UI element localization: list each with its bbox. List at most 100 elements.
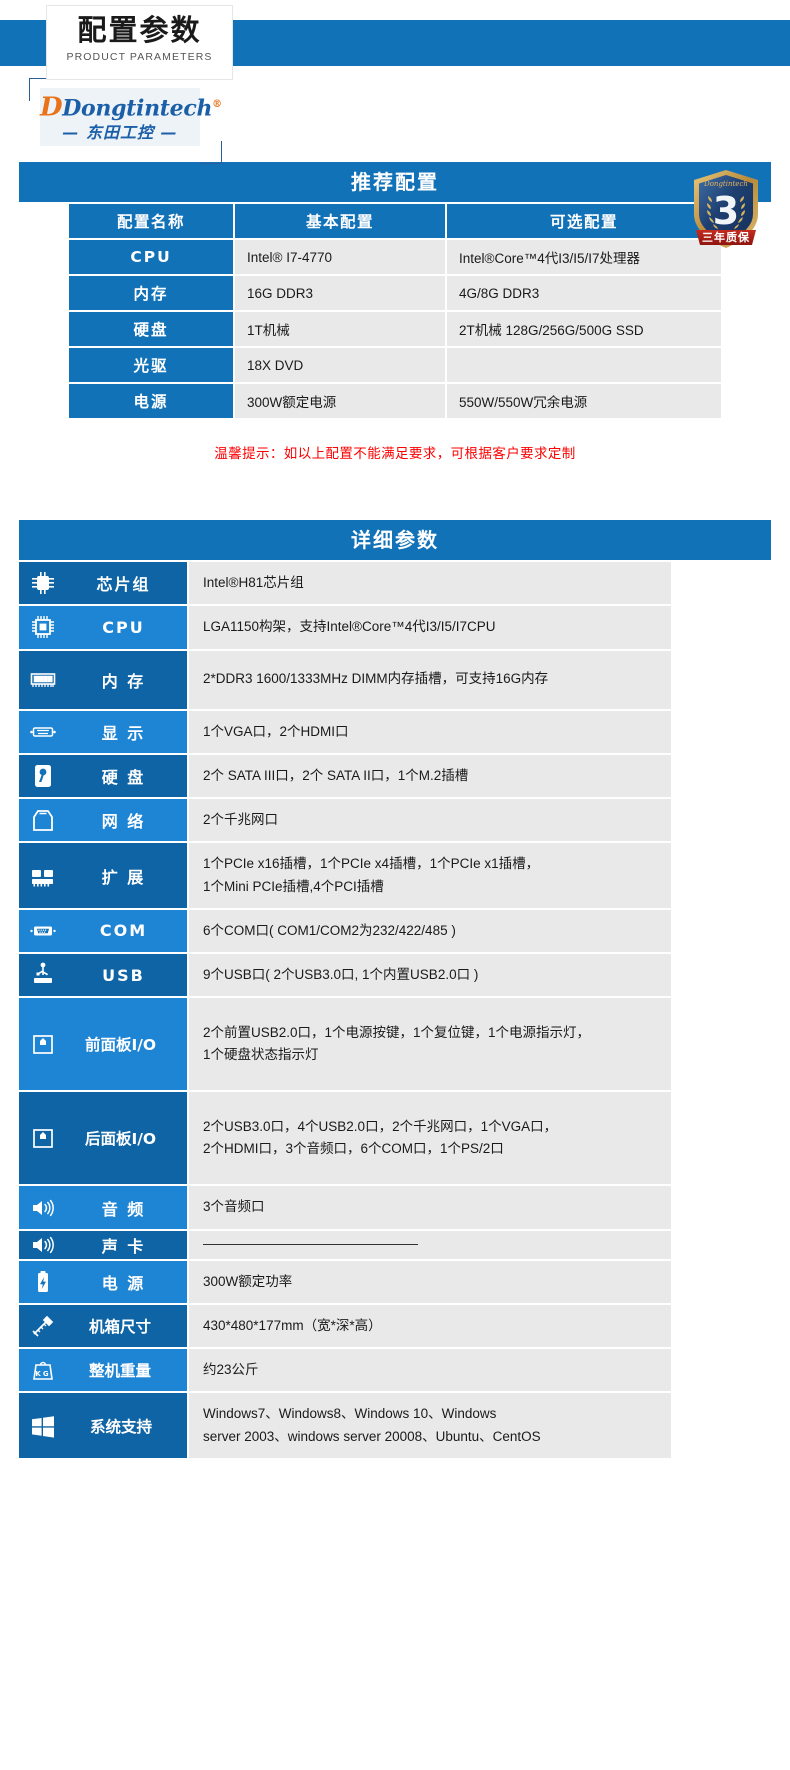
cell-rear-panel-io: 2个USB3.0口，4个USB2.0口，2个千兆网口，1个VGA口， 2个HDM… xyxy=(189,1092,671,1185)
front-panel-icon xyxy=(29,1030,57,1058)
row-label-rear-panel-io: 后面板I/O xyxy=(19,1092,187,1185)
page-subtitle: PRODUCT PARAMETERS xyxy=(66,51,213,63)
row-label-cpu: CPU xyxy=(69,240,233,274)
table-row: 硬 盘 2个 SATA III口，2个 SATA II口，1个M.2插槽 xyxy=(19,754,671,798)
row-label-text: 内 存 xyxy=(101,671,146,691)
table-row: 系统支持 Windows7、Windows8、Windows 10、Window… xyxy=(19,1393,671,1458)
row-label-text: USB xyxy=(102,965,145,985)
logo-initial: D xyxy=(40,92,63,123)
row-label-network: 网 络 xyxy=(19,799,187,842)
row-label-usb: USB xyxy=(19,954,187,997)
logo-brand-name: Dongtintech xyxy=(62,95,213,122)
row-label-text: 整机重量 xyxy=(88,1362,151,1381)
harddisk-icon xyxy=(29,762,57,790)
brand-row: DDongtintech® — 东田工控 — Dongtintech 3 三年质… xyxy=(0,78,790,248)
row-label-audio: 音 频 xyxy=(19,1186,187,1229)
row-label-text: COM xyxy=(99,921,148,941)
table-row: 电 源 300W额定功率 xyxy=(19,1260,671,1303)
row-label-display: 显 示 xyxy=(19,710,187,753)
cell-optional-harddisk: 2T机械 128G/256G/500G SSD xyxy=(447,312,721,346)
recommended-config-title: 推荐配置 xyxy=(19,162,771,202)
chassis-size-icon xyxy=(29,1312,57,1340)
cell-optional-optical-drive xyxy=(447,348,721,382)
row-label-text: 音 频 xyxy=(101,1199,146,1219)
audio-icon xyxy=(29,1194,57,1222)
row-label-memory: 内存 xyxy=(69,276,233,310)
row-label-text: 机箱尺寸 xyxy=(88,1318,151,1337)
cpu-icon xyxy=(29,613,57,641)
table-row: 网 络 2个千兆网口 xyxy=(19,799,671,842)
network-icon xyxy=(29,806,57,834)
column-header-basic: 基本配置 xyxy=(235,204,445,238)
warranty-badge: Dongtintech 3 三年质保 xyxy=(690,168,762,252)
cell-expansion-line2: 1个Mini PCIe插槽,4个PCI插槽 xyxy=(203,878,384,894)
table-row: KG 整机重量 约23公斤 xyxy=(19,1349,671,1392)
table-row: 内存 16G DDR3 4G/8G DDR3 xyxy=(69,276,721,310)
row-label-optical-drive: 光驱 xyxy=(69,348,233,382)
table-row: 显 示 1个VGA口，2个HDMI口 xyxy=(19,710,671,753)
table-row: 前面板I/O 2个前置USB2.0口，1个电源按键，1个复位键，1个电源指示灯，… xyxy=(19,998,671,1091)
row-label-os-support: 系统支持 xyxy=(19,1393,187,1458)
cell-os-support: Windows7、Windows8、Windows 10、Windows ser… xyxy=(189,1393,671,1458)
column-header-name: 配置名称 xyxy=(69,204,233,238)
row-label-text: 前面板I/O xyxy=(84,1036,157,1055)
cell-basic-power: 300W额定电源 xyxy=(235,384,445,418)
table-row: CPU LGA1150构架，支持Intel®Core™4代I3/I5/I7CPU xyxy=(19,606,671,649)
badge-ribbon-text: 三年质保 xyxy=(702,230,750,244)
logo-wordmark: DDongtintech® xyxy=(40,88,222,123)
row-label-text: 后面板I/O xyxy=(84,1130,157,1149)
table-row: 硬盘 1T机械 2T机械 128G/256G/500G SSD xyxy=(69,312,721,346)
cell-basic-optical-drive: 18X DVD xyxy=(235,348,445,382)
logo-inner: DDongtintech® — 东田工控 — xyxy=(40,88,222,146)
cell-chipset: Intel®H81芯片组 xyxy=(189,562,671,605)
recommended-config-table: 配置名称 基本配置 可选配置 CPU Intel® I7-4770 Intel®… xyxy=(69,202,721,420)
page-title: 配置参数 xyxy=(77,13,202,47)
row-label-front-panel-io: 前面板I/O xyxy=(19,998,187,1091)
registered-mark-icon: ® xyxy=(212,99,222,110)
cell-chassis-size: 430*480*177mm（宽*深*高） xyxy=(189,1304,671,1348)
shield-badge-icon: Dongtintech 3 三年质保 xyxy=(694,170,758,248)
cell-cpu: LGA1150构架，支持Intel®Core™4代I3/I5/I7CPU xyxy=(189,606,671,649)
row-label-text: 显 示 xyxy=(101,723,146,743)
row-label-harddisk: 硬盘 xyxy=(69,312,233,346)
customization-notice: 温馨提示：如以上配置不能满足要求，可根据客户要求定制 xyxy=(214,446,576,462)
cell-basic-cpu: Intel® I7-4770 xyxy=(235,240,445,274)
expansion-icon xyxy=(29,862,57,890)
display-icon xyxy=(29,718,57,746)
cell-rear-panel-line1: 2个USB3.0口，4个USB2.0口，2个千兆网口，1个VGA口， xyxy=(203,1119,558,1135)
cell-soundcard xyxy=(189,1230,671,1259)
table-row: 声 卡 xyxy=(19,1230,671,1259)
table-row: 芯片组 Intel®H81芯片组 xyxy=(19,562,671,605)
com-port-icon xyxy=(29,917,57,945)
cell-optional-power: 550W/550W冗余电源 xyxy=(447,384,721,418)
row-label-expansion: 扩 展 xyxy=(19,843,187,908)
table-row: 机箱尺寸 430*480*177mm（宽*深*高） xyxy=(19,1304,671,1348)
table-row: 扩 展 1个PCIe x16插槽，1个PCIe x4插槽，1个PCIe x1插槽… xyxy=(19,843,671,908)
cell-front-panel-line1: 2个前置USB2.0口，1个电源按键，1个复位键，1个电源指示灯， xyxy=(203,1025,591,1041)
row-label-text: CPU xyxy=(102,617,145,637)
cell-front-panel-io: 2个前置USB2.0口，1个电源按键，1个复位键，1个电源指示灯， 1个硬盘状态… xyxy=(189,998,671,1091)
cell-com: 6个COM口( COM1/COM2为232/422/485 ) xyxy=(189,909,671,953)
row-label-text: 扩 展 xyxy=(101,867,146,887)
column-header-optional: 可选配置 xyxy=(447,204,721,238)
cell-audio: 3个音频口 xyxy=(189,1186,671,1229)
windows-icon xyxy=(29,1412,57,1440)
weight-icon: KG xyxy=(29,1356,57,1384)
cell-display: 1个VGA口，2个HDMI口 xyxy=(189,710,671,753)
row-label-text: 硬 盘 xyxy=(101,767,146,787)
cell-expansion-line1: 1个PCIe x16插槽，1个PCIe x4插槽，1个PCIe x1插槽， xyxy=(203,856,540,872)
row-label-text: 网 络 xyxy=(101,812,146,832)
cell-expansion: 1个PCIe x16插槽，1个PCIe x4插槽，1个PCIe x1插槽， 1个… xyxy=(189,843,671,908)
page-title-plate: 配置参数 PRODUCT PARAMETERS xyxy=(47,6,232,79)
table-row: CPU Intel® I7-4770 Intel®Core™4代I3/I5/I7… xyxy=(69,240,721,274)
cell-basic-harddisk: 1T机械 xyxy=(235,312,445,346)
table-header-row: 配置名称 基本配置 可选配置 xyxy=(69,204,721,238)
logo-brand-cn: — 东田工控 — xyxy=(62,123,178,143)
badge-brand-text: Dongtintech xyxy=(703,180,748,188)
recommended-config-section: 推荐配置 配置名称 基本配置 可选配置 CPU Intel® I7-4770 I… xyxy=(0,162,790,462)
cell-rear-panel-line2: 2个HDMI口，3个音频口，6个COM口，1个PS/2口 xyxy=(203,1141,504,1157)
page-header: 配置参数 PRODUCT PARAMETERS xyxy=(0,0,790,80)
cell-weight: 约23公斤 xyxy=(189,1349,671,1392)
table-row: 光驱 18X DVD xyxy=(69,348,721,382)
cell-basic-memory: 16G DDR3 xyxy=(235,276,445,310)
